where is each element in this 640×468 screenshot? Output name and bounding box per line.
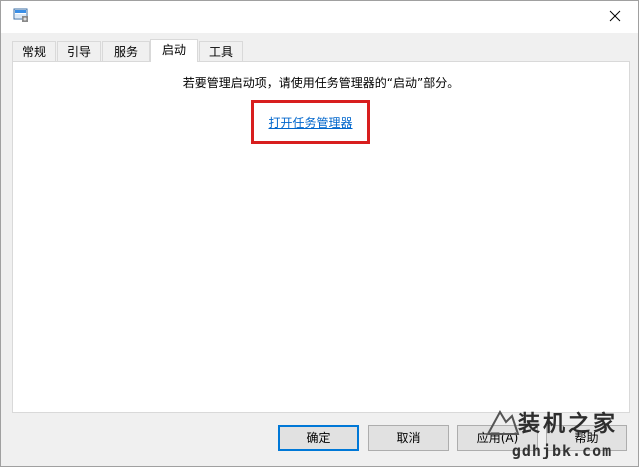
cancel-button[interactable]: 取消 bbox=[368, 425, 449, 451]
system-configuration-window: 常规 引导 服务 启动 工具 若要管理启动项，请使用任务管理器的“启动”部分。 … bbox=[0, 0, 639, 467]
tab-tools[interactable]: 工具 bbox=[199, 41, 243, 61]
title-bar bbox=[1, 1, 638, 33]
apply-button[interactable]: 应用(A) bbox=[457, 425, 538, 451]
tab-services[interactable]: 服务 bbox=[102, 41, 150, 61]
open-task-manager-link[interactable]: 打开任务管理器 bbox=[254, 103, 367, 141]
tab-boot[interactable]: 引导 bbox=[57, 41, 101, 61]
highlight-box: 打开任务管理器 bbox=[251, 100, 370, 144]
startup-instruction-text: 若要管理启动项，请使用任务管理器的“启动”部分。 bbox=[182, 76, 460, 90]
tab-startup[interactable]: 启动 bbox=[150, 39, 198, 62]
ok-button[interactable]: 确定 bbox=[278, 425, 359, 451]
help-button[interactable]: 帮助 bbox=[546, 425, 627, 451]
tab-general[interactable]: 常规 bbox=[12, 41, 56, 61]
close-button[interactable] bbox=[592, 1, 638, 31]
system-config-icon bbox=[13, 7, 29, 23]
startup-tab-panel: 若要管理启动项，请使用任务管理器的“启动”部分。 打开任务管理器 bbox=[12, 61, 630, 413]
close-icon bbox=[609, 10, 621, 22]
